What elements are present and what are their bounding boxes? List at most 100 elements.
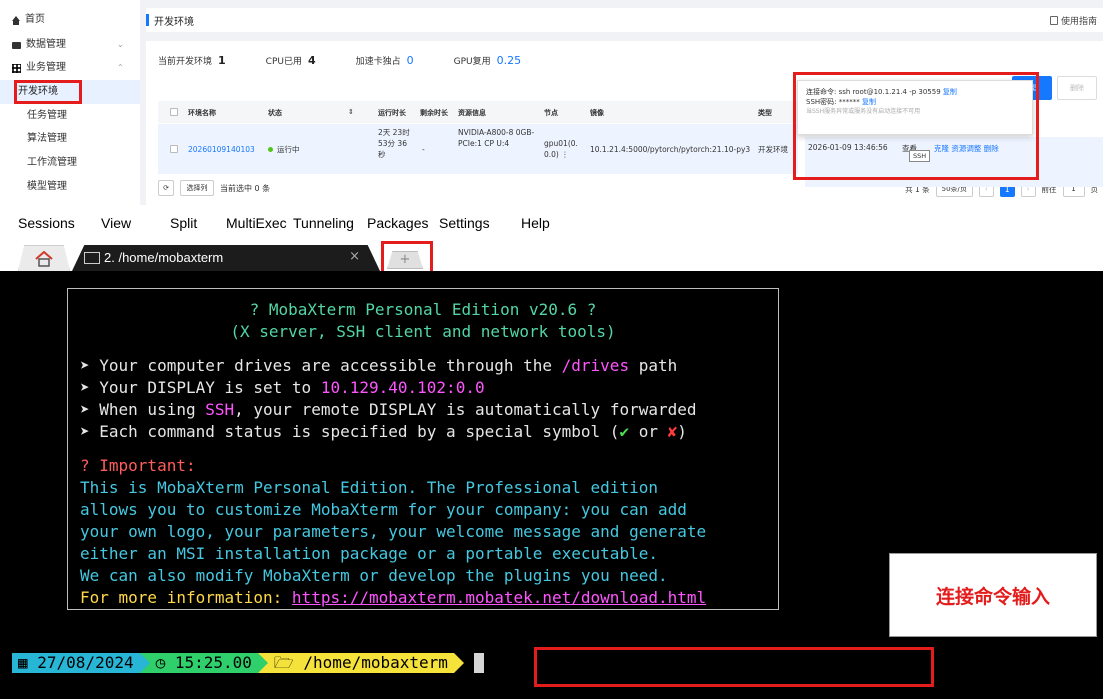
status-dot: [268, 147, 273, 152]
highlight-box: [534, 647, 934, 687]
sort-icon[interactable]: ⇕: [348, 108, 354, 116]
close-icon[interactable]: ×: [349, 249, 360, 264]
annotation-label: 连接命令输入: [889, 553, 1097, 637]
highlight-box: [14, 80, 82, 104]
column-header[interactable]: 环境名称: [188, 108, 216, 118]
status-text: 运行中: [277, 145, 300, 154]
menu-view[interactable]: View: [101, 215, 131, 231]
menu-tunneling[interactable]: Tunneling: [293, 215, 354, 231]
cross-icon: ✘: [667, 422, 678, 441]
stat-value: 0.25: [496, 54, 522, 67]
type-cell: 开发环境: [758, 145, 788, 154]
stat-value: 0: [406, 54, 414, 67]
banner-line: ➤ When using SSH, your remote DISPLAY is…: [80, 399, 766, 421]
tab-home[interactable]: [18, 245, 70, 271]
runtime-cell: 2天 23时 53分 36 秒: [378, 128, 410, 159]
help-link[interactable]: 使用指南: [1049, 14, 1097, 27]
stat-label: CPU已用: [265, 57, 302, 67]
resource-cell: NVIDIA-A800-8 0GB-PCIe:1 CP U:4: [458, 128, 535, 148]
text: 10.129.40.102:0.0: [320, 378, 485, 397]
column-header: 资源信息: [458, 109, 486, 117]
chevron-down-icon: ⌄: [117, 40, 124, 49]
banner-title: ? MobaXterm Personal Edition v20.6 ?: [249, 300, 597, 319]
document-icon: [1049, 16, 1058, 25]
remaining-cell: -: [422, 145, 425, 154]
menu-split[interactable]: Split: [170, 215, 197, 231]
sidebar-item-label: 算法管理: [27, 133, 67, 144]
stat-cpu: CPU已用 4: [266, 54, 316, 67]
download-link[interactable]: https://mobaxterm.mobatek.net/download.h…: [292, 588, 706, 607]
sidebar-item-business[interactable]: 业务管理 ⌃: [0, 56, 140, 80]
banner-para-line: This is MobaXterm Personal Edition. The …: [80, 478, 658, 497]
sidebar: 首页 数据管理 ⌄ 业务管理 ⌃ 开发环境 任务管理 算法管理 工作流管理 模型…: [0, 0, 140, 205]
text: For more information:: [80, 588, 292, 607]
sidebar-item-algorithms[interactable]: 算法管理: [0, 127, 140, 151]
image-cell: 10.1.21.4:5000/pytorch/pytorch:21.10-py3: [590, 145, 751, 154]
title-accent-bar: [146, 14, 149, 26]
menu-help[interactable]: Help: [521, 215, 550, 231]
column-header: 镜像: [590, 109, 604, 117]
refresh-icon[interactable]: ⟳: [158, 180, 174, 196]
menu-multiexec[interactable]: MultiExec: [226, 215, 287, 231]
home-icon: [12, 16, 20, 25]
sidebar-item-data[interactable]: 数据管理 ⌄: [0, 33, 140, 57]
stat-label: GPU复用: [453, 57, 491, 67]
text-cursor[interactable]: [473, 653, 484, 673]
env-name-link[interactable]: 20260109140103: [188, 144, 255, 155]
column-header: 运行时长: [378, 109, 406, 117]
stat-env: 当前开发环境 1: [158, 54, 226, 67]
check-icon: ✔: [619, 422, 630, 441]
sidebar-item-home[interactable]: 首页: [0, 8, 140, 32]
text: path: [629, 356, 678, 375]
menu-sessions[interactable]: Sessions: [18, 215, 75, 231]
text: ➤ Each command status is specified by a …: [80, 422, 620, 441]
stat-value: 1: [218, 54, 226, 67]
sidebar-item-label: 数据管理: [26, 39, 66, 50]
text: , your remote DISPLAY is automatically f…: [234, 400, 697, 419]
text: ): [677, 422, 687, 441]
sidebar-item-label: 工作流管理: [27, 157, 77, 168]
stat-value: 4: [307, 54, 316, 67]
selected-count: 当前选中 0 条: [220, 184, 271, 193]
menu-packages[interactable]: Packages: [367, 215, 428, 231]
select-columns-button[interactable]: 选择列: [180, 180, 214, 196]
prompt-separator: [139, 653, 150, 673]
status-badge: 运行中: [268, 144, 300, 155]
folder-icon: [12, 41, 21, 49]
banner-para-line: We can also modify MobaXterm or develop …: [80, 566, 668, 585]
sidebar-item-label: 首页: [25, 14, 45, 25]
column-header: 类型: [758, 109, 772, 117]
home-icon: [35, 250, 53, 267]
menu-bar: Sessions View Split MultiExec Tunneling …: [0, 205, 1103, 241]
date-text: 27/08/2024: [37, 653, 134, 672]
time-text: 15:25.00: [174, 653, 252, 672]
sidebar-item-label: 任务管理: [27, 110, 67, 121]
prompt-path: 🗁 /home/mobaxterm: [267, 653, 454, 673]
tab-bar: 2. /home/mobaxterm × +: [0, 241, 1103, 276]
banner-para-line: either an MSI installation package or a …: [80, 544, 658, 563]
sidebar-item-tasks[interactable]: 任务管理: [0, 104, 140, 128]
sidebar-item-models[interactable]: 模型管理: [0, 175, 140, 199]
stat-accelerator: 加速卡独占 0: [356, 54, 414, 67]
stat-gpu: GPU复用 0.25: [454, 54, 522, 67]
text: or: [629, 422, 668, 441]
important-heading: ? Important:: [80, 456, 196, 475]
menu-settings[interactable]: Settings: [439, 215, 490, 231]
column-header[interactable]: 状态: [268, 108, 282, 118]
row-checkbox[interactable]: [170, 145, 178, 153]
tab-terminal[interactable]: 2. /home/mobaxterm ×: [72, 245, 380, 271]
page-title: 开发环境: [154, 17, 194, 28]
help-label: 使用指南: [1060, 17, 1097, 27]
sidebar-item-workflow[interactable]: 工作流管理: [0, 151, 140, 175]
delete-button[interactable]: 删除: [1057, 76, 1097, 100]
table-row[interactable]: 20260109140103 运行中 2天 23时 53分 36 秒 - NVI…: [158, 124, 798, 174]
text: SSH: [205, 400, 235, 419]
sidebar-item-label: 模型管理: [27, 181, 67, 192]
select-all-checkbox[interactable]: [170, 108, 178, 116]
node-cell[interactable]: gpu01(0. 0.0) ⋮: [544, 138, 580, 160]
banner-para-line: For more information: https://mobaxterm.…: [80, 587, 766, 609]
shell-prompt: ▦ 27/08/2024 ◷ 15:25.00 🗁 /home/mobaxter…: [12, 653, 484, 673]
banner-para-line: your own logo, your parameters, your wel…: [80, 522, 707, 541]
banner-line: ➤ Each command status is specified by a …: [80, 421, 766, 443]
prompt-time: ◷ 15:25.00: [149, 653, 258, 673]
